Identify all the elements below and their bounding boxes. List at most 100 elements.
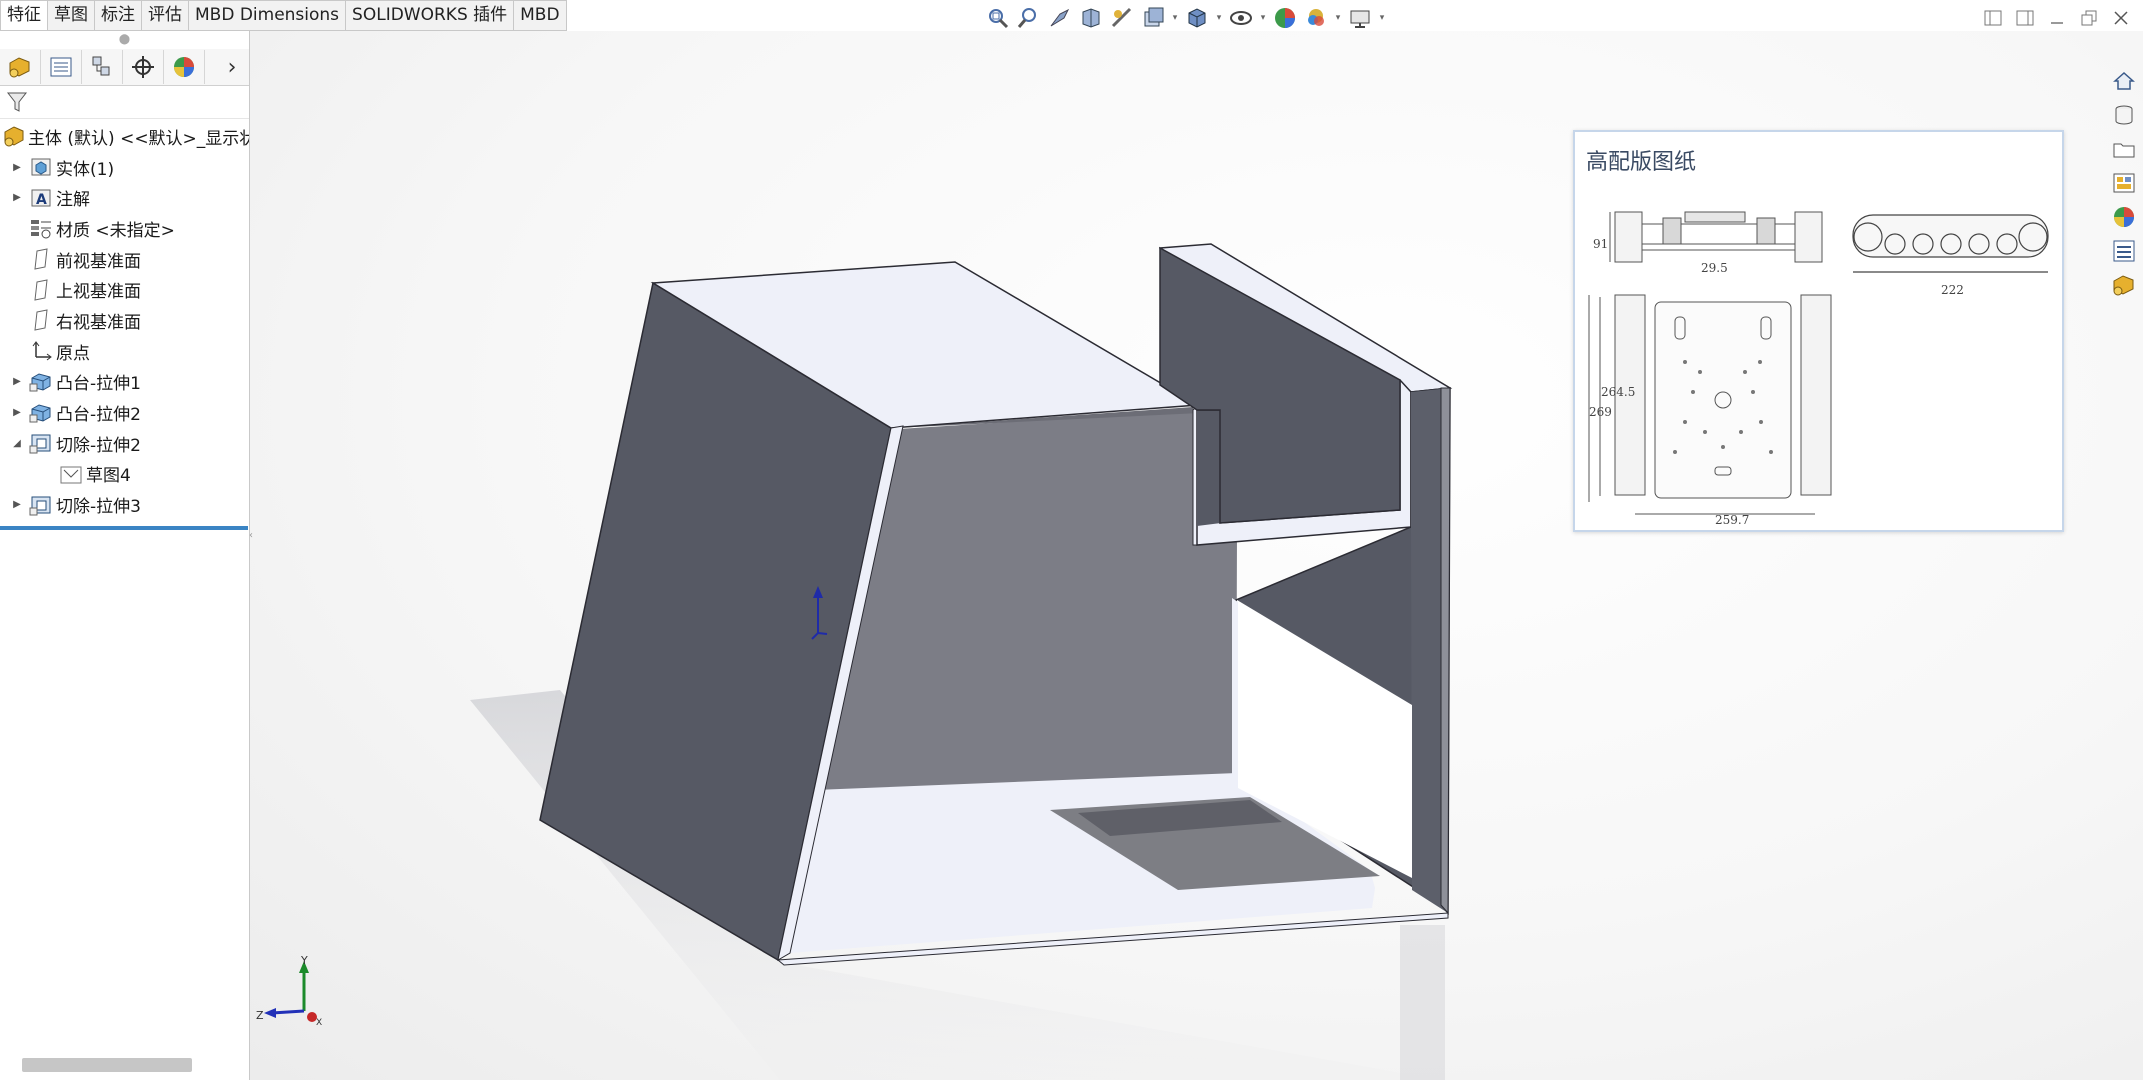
tree-item-top-plane[interactable]: ▶ 上视基准面	[0, 274, 249, 305]
tree-item-right-plane[interactable]: ▶ 右视基准面	[0, 305, 249, 336]
reference-image-panel[interactable]: 91 29.5 222 264.5 269 259.7 高配版图纸	[1573, 130, 2064, 532]
section-view-icon[interactable]	[1077, 4, 1105, 32]
command-manager-tabs: 特征 草图 标注 评估 MBD Dimensions SOLIDWORKS 插件…	[0, 0, 567, 31]
minimize-icon[interactable]	[2045, 6, 2069, 30]
dim-91: 91	[1593, 237, 1608, 251]
tree-item-cut-extrude3[interactable]: ▶ 切除-拉伸3	[0, 489, 249, 520]
tree-item-label: 凸台-拉伸1	[56, 374, 141, 395]
configurationmanager-icon[interactable]	[82, 50, 123, 84]
tab-evaluate[interactable]: 评估	[142, 0, 189, 31]
close-icon[interactable]	[2109, 6, 2133, 30]
panel-grip[interactable]: ⬤	[0, 31, 249, 49]
featuremanager-icon[interactable]	[0, 50, 41, 84]
tree-item-label: 凸台-拉伸2	[56, 405, 141, 426]
custom-properties-icon[interactable]	[2109, 236, 2139, 266]
plane-icon	[28, 278, 54, 302]
tree-item-front-plane[interactable]: ▶ 前视基准面	[0, 244, 249, 275]
tree-item-boss-extrude1[interactable]: ▶ 凸台-拉伸1	[0, 367, 249, 398]
chevron-right-icon[interactable]: ›	[215, 50, 249, 84]
tile-vertical-icon[interactable]	[2013, 6, 2037, 30]
view-settings-icon[interactable]	[1346, 4, 1374, 32]
3d-content-icon[interactable]	[2109, 270, 2139, 300]
boss-extrude-icon	[28, 370, 54, 394]
tree-item-annotations[interactable]: ▶ A 注解	[0, 182, 249, 213]
expander-collapsed-icon[interactable]: ▶	[10, 407, 24, 418]
expander-expanded-icon[interactable]: ◢	[10, 438, 24, 449]
tab-mbd-dimensions[interactable]: MBD Dimensions	[189, 0, 347, 31]
reference-image-title: 高配版图纸	[1586, 150, 1697, 175]
chevron-down-icon[interactable]: ▾	[1258, 4, 1268, 32]
triad-x-label: X	[316, 1018, 322, 1025]
tab-sketch[interactable]: 草图	[48, 0, 95, 31]
material-icon	[28, 216, 54, 240]
rollback-bar[interactable]	[0, 525, 248, 530]
displaymanager-icon[interactable]	[164, 50, 205, 84]
file-explorer-icon[interactable]	[2109, 134, 2139, 164]
hide-show-icon[interactable]	[1227, 4, 1255, 32]
horizontal-scrollbar[interactable]	[22, 1058, 192, 1072]
edit-appearance-icon[interactable]	[1271, 4, 1299, 32]
tree-root-label: 主体 (默认) <<默认>_显示状	[28, 128, 249, 149]
tree-item-label: 原点	[56, 343, 90, 364]
dim-264-5: 264.5	[1601, 385, 1635, 399]
propertymanager-icon[interactable]	[41, 50, 82, 84]
origin-icon	[28, 339, 54, 363]
zoom-to-area-icon[interactable]	[1015, 4, 1043, 32]
appearances-icon[interactable]	[2109, 202, 2139, 232]
tree-item-boss-extrude2[interactable]: ▶ 凸台-拉伸2	[0, 397, 249, 428]
tree-item-cut-extrude2[interactable]: ◢ 切除-拉伸2	[0, 428, 249, 459]
tree-item-sketch4[interactable]: ▶ 草图4	[0, 459, 249, 490]
tree-filter[interactable]	[0, 86, 249, 119]
display-style-icon[interactable]	[1183, 4, 1211, 32]
expander-collapsed-icon[interactable]: ▶	[10, 499, 24, 510]
chevron-down-icon[interactable]: ▾	[1214, 4, 1224, 32]
restore-icon[interactable]	[2077, 6, 2101, 30]
tile-horizontal-icon[interactable]	[1981, 6, 2005, 30]
cut-extrude-icon	[28, 431, 54, 455]
dim-222: 222	[1941, 283, 1964, 297]
tab-solidworks-addins[interactable]: SOLIDWORKS 插件	[346, 0, 515, 31]
task-pane	[2105, 66, 2143, 300]
window-cut-edge	[1232, 598, 1238, 788]
tree-item-label: 切除-拉伸2	[56, 435, 141, 456]
part-icon	[2, 124, 26, 148]
plane-icon	[28, 247, 54, 271]
tab-markup[interactable]: 标注	[95, 0, 142, 31]
tree-item-label: 注解	[56, 190, 90, 211]
tree-item-label: 前视基准面	[56, 251, 141, 272]
tree-root-part[interactable]: 主体 (默认) <<默认>_显示状	[0, 121, 249, 152]
tree-item-label: 右视基准面	[56, 312, 141, 333]
chevron-down-icon[interactable]: ▾	[1377, 4, 1387, 32]
tree-item-origin[interactable]: ▶ 原点	[0, 336, 249, 367]
boss-extrude-icon	[28, 401, 54, 425]
dynamic-annotation-icon[interactable]	[1108, 4, 1136, 32]
right-wall-thickness	[1440, 387, 1451, 915]
tree-item-material[interactable]: ▶ 材质 <未指定>	[0, 213, 249, 244]
apply-scene-icon[interactable]	[1302, 4, 1330, 32]
tree-item-label: 材质 <未指定>	[56, 220, 175, 241]
zoom-to-fit-icon[interactable]	[984, 4, 1012, 32]
home-icon[interactable]	[2109, 66, 2139, 96]
expander-collapsed-icon[interactable]: ▶	[10, 192, 24, 203]
panel-splitter-handle[interactable]: ‹	[249, 530, 259, 548]
tab-mbd[interactable]: MBD	[514, 0, 567, 31]
tab-features[interactable]: 特征	[0, 0, 48, 31]
filter-icon	[6, 92, 28, 112]
view-palette-icon[interactable]	[2109, 168, 2139, 198]
heads-up-view-toolbar: ▾ ▾ ▾ ▾ ▾	[984, 3, 1387, 33]
view-orientation-icon[interactable]	[1139, 4, 1167, 32]
expander-collapsed-icon[interactable]: ▶	[10, 376, 24, 387]
annotations-icon: A	[28, 186, 54, 210]
chevron-down-icon[interactable]: ▾	[1333, 4, 1343, 32]
dim-29-5: 29.5	[1701, 261, 1728, 275]
design-library-icon[interactable]	[2109, 100, 2139, 130]
tree-item-solid-bodies[interactable]: ▶ 实体(1)	[0, 152, 249, 183]
triad-y-label: Y	[300, 955, 308, 967]
coordinate-triad: Y Z X	[256, 955, 322, 1025]
tree-item-label: 草图4	[86, 466, 131, 487]
tree-item-label: 上视基准面	[56, 282, 141, 303]
dimxpertmanager-icon[interactable]	[123, 50, 164, 84]
chevron-down-icon[interactable]: ▾	[1170, 4, 1180, 32]
expander-collapsed-icon[interactable]: ▶	[10, 162, 24, 173]
previous-view-icon[interactable]	[1046, 4, 1074, 32]
